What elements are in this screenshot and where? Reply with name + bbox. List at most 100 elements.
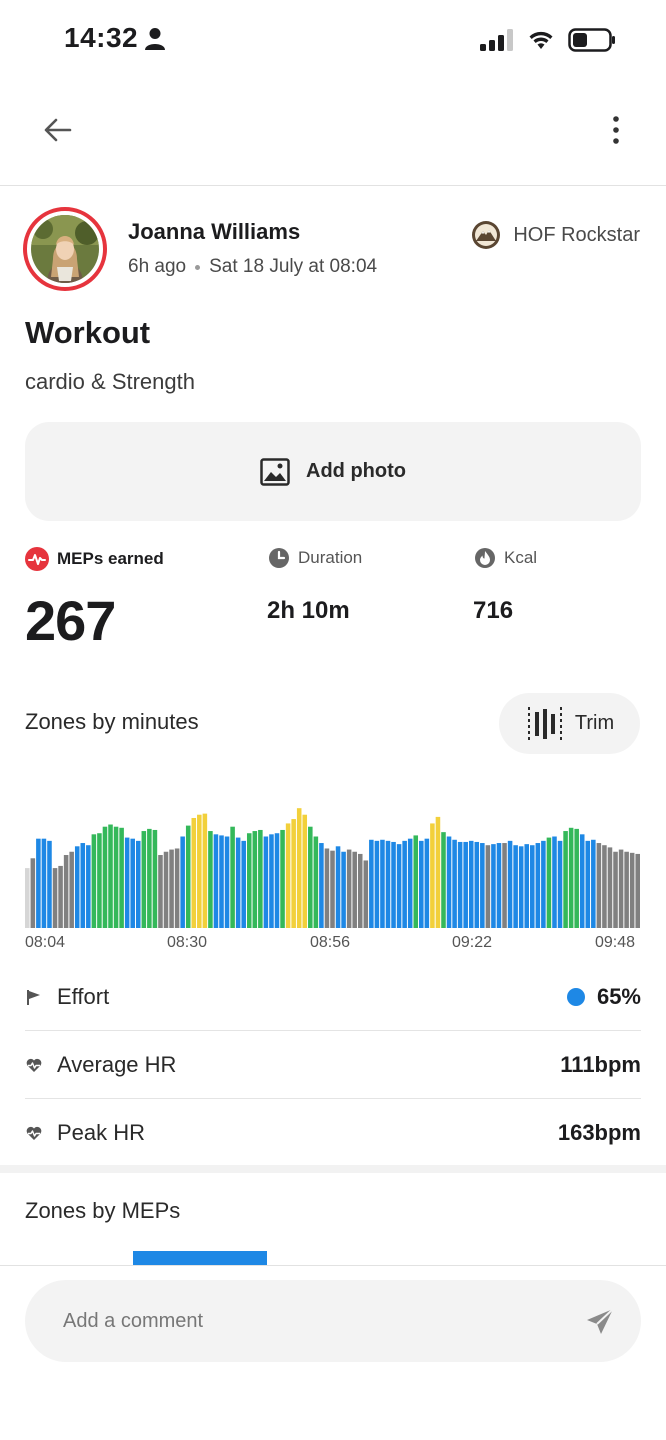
chart-bar bbox=[47, 840, 52, 928]
club-badge[interactable]: HOF Rockstar bbox=[471, 220, 640, 250]
avatar[interactable] bbox=[23, 207, 107, 291]
chart-bar bbox=[618, 849, 624, 928]
chart-bar bbox=[546, 837, 552, 928]
kcal-stat: Kcal bbox=[474, 547, 537, 569]
chart-bar bbox=[130, 838, 135, 928]
chart-bar bbox=[135, 840, 141, 928]
chart-bar bbox=[413, 835, 419, 928]
chart-bar bbox=[491, 844, 496, 928]
chart-bar bbox=[246, 833, 252, 928]
zones-by-meps-title: Zones by MEPs bbox=[25, 1198, 181, 1223]
average-hr-value: 111bpm bbox=[560, 1051, 641, 1077]
chart-bar bbox=[174, 848, 180, 928]
status-time: 14:32 bbox=[64, 22, 139, 53]
chart-bar bbox=[119, 827, 124, 928]
kcal-value: 716 bbox=[473, 597, 514, 624]
flag-icon bbox=[27, 989, 40, 1005]
chart-bar bbox=[213, 834, 219, 928]
chart-bar bbox=[302, 814, 308, 928]
send-icon[interactable] bbox=[584, 1306, 616, 1338]
meps-zone-bar bbox=[133, 1251, 267, 1265]
more-vertical-icon bbox=[613, 116, 619, 144]
chart-bar bbox=[191, 817, 197, 928]
chart-bar bbox=[147, 828, 152, 928]
chart-bar bbox=[396, 844, 402, 928]
meps-stat: MEPs earned bbox=[25, 547, 164, 571]
chart-bar bbox=[235, 837, 241, 928]
chart-bar bbox=[58, 865, 63, 928]
meps-header: MEPs earned bbox=[25, 547, 164, 571]
chart-bar bbox=[52, 868, 58, 928]
chart-bar bbox=[352, 851, 357, 928]
user-name[interactable]: Joanna Williams bbox=[128, 219, 300, 245]
chart-bar bbox=[518, 846, 524, 928]
arrow-left-icon bbox=[44, 118, 72, 142]
chart-bar bbox=[113, 826, 119, 928]
chart-bar bbox=[441, 832, 446, 928]
x-tick-label: 08:04 bbox=[25, 934, 66, 951]
back-button[interactable] bbox=[38, 110, 78, 150]
chart-bar bbox=[629, 852, 635, 928]
chart-bar bbox=[346, 849, 352, 928]
chart-bar bbox=[507, 840, 513, 928]
chart-bar bbox=[407, 838, 413, 928]
peak-hr-row: Peak HR 163bpm bbox=[25, 1099, 641, 1167]
add-photo-button[interactable]: Add photo bbox=[25, 422, 641, 521]
chart-bar bbox=[524, 844, 530, 928]
chart-bar bbox=[613, 851, 618, 928]
chart-bar bbox=[185, 825, 191, 928]
x-tick-label: 08:30 bbox=[167, 934, 208, 951]
chart-bar bbox=[63, 855, 69, 928]
meta-separator bbox=[195, 264, 201, 270]
chart-bar bbox=[41, 838, 47, 928]
chart-bar bbox=[541, 840, 546, 928]
zones-by-minutes-chart[interactable] bbox=[25, 806, 641, 928]
workout-title: Workout bbox=[25, 315, 151, 350]
chart-bar bbox=[25, 868, 30, 928]
chart-bar bbox=[313, 836, 319, 928]
heart-rate-icon bbox=[26, 1126, 42, 1140]
effort-value: 65% bbox=[596, 983, 641, 1009]
battery-icon bbox=[568, 28, 615, 52]
chart-bar bbox=[202, 813, 208, 928]
chart-bar bbox=[419, 840, 424, 928]
average-hr-row: Average HR 111bpm bbox=[25, 1031, 641, 1099]
chart-bar bbox=[169, 849, 174, 928]
effort-row[interactable]: Effort 65% bbox=[25, 963, 641, 1031]
peak-hr-value: 163bpm bbox=[557, 1120, 641, 1145]
heart-rate-icon bbox=[26, 1058, 42, 1072]
more-button[interactable] bbox=[604, 110, 628, 150]
chart-bar bbox=[624, 851, 629, 928]
zones-by-minutes-title: Zones by minutes bbox=[25, 709, 199, 734]
chart-bar bbox=[86, 845, 91, 928]
chart-bar bbox=[496, 843, 502, 928]
chart-bar bbox=[280, 829, 285, 928]
chart-bar bbox=[108, 824, 113, 928]
status-icons bbox=[480, 28, 616, 52]
chart-bar bbox=[446, 836, 452, 928]
heartbeat-icon bbox=[25, 547, 49, 571]
duration-header: Duration bbox=[268, 547, 362, 569]
chart-bar bbox=[635, 853, 640, 928]
chart-bar bbox=[274, 833, 280, 928]
chart-bar bbox=[124, 837, 130, 928]
average-hr-label: Average HR bbox=[57, 1051, 177, 1077]
person-icon bbox=[145, 28, 165, 50]
badge-label: HOF Rockstar bbox=[513, 223, 640, 246]
comment-bar bbox=[0, 1265, 666, 1440]
chart-bar bbox=[80, 843, 86, 928]
chart-bar bbox=[30, 858, 36, 928]
image-icon bbox=[260, 457, 290, 486]
post-date: Sat 18 July at 08:04 bbox=[209, 256, 378, 277]
comment-input[interactable] bbox=[25, 1280, 641, 1362]
chart-bar bbox=[596, 843, 602, 928]
chart-bar bbox=[374, 840, 380, 928]
chart-bar bbox=[180, 836, 185, 928]
chart-bar bbox=[435, 816, 441, 928]
mountain-badge-icon bbox=[472, 221, 501, 249]
chart-bar bbox=[530, 845, 535, 928]
chart-bar bbox=[607, 847, 613, 928]
chart-bar bbox=[457, 841, 463, 928]
trim-button[interactable]: Trim bbox=[499, 693, 640, 754]
chart-bar bbox=[485, 845, 491, 928]
